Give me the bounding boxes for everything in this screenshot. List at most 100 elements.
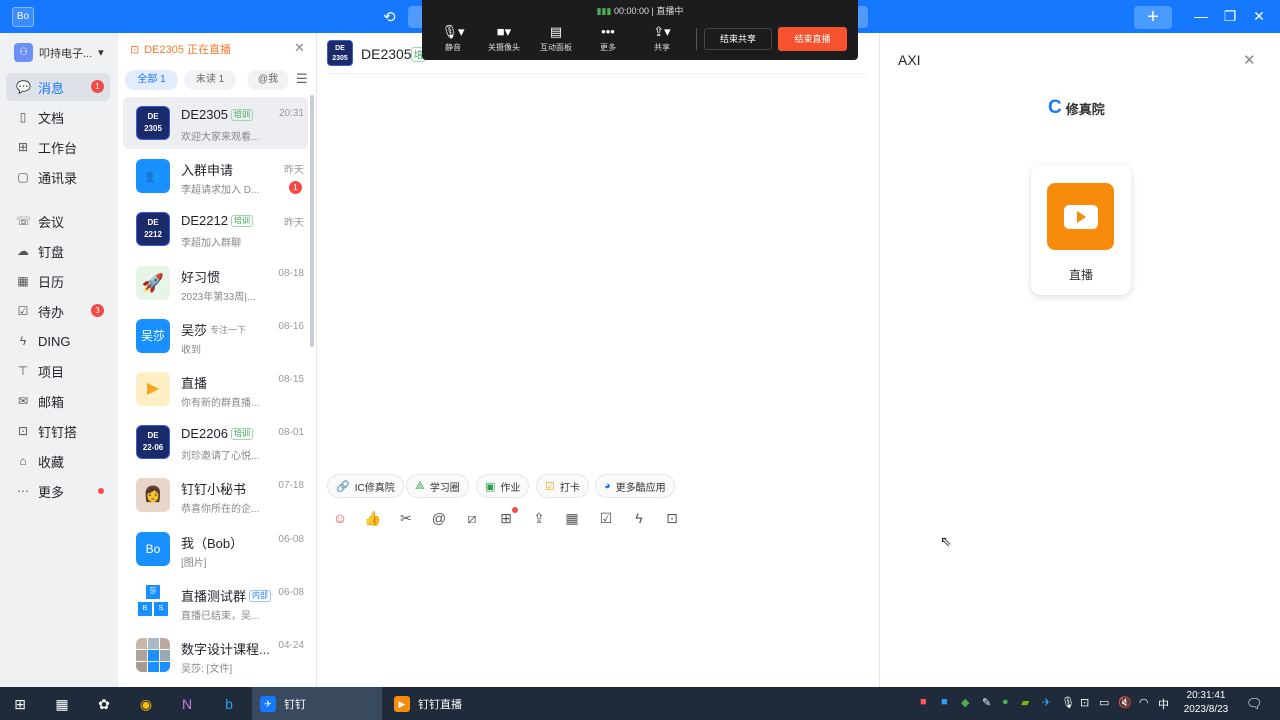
- more-button[interactable]: ••• 更多: [583, 24, 633, 53]
- interactive-panel-button[interactable]: ▤ 互动面板: [531, 24, 581, 53]
- close-icon[interactable]: ✕: [1243, 51, 1256, 69]
- mute-button[interactable]: 🎙▾ 静音: [428, 24, 478, 53]
- list-item[interactable]: DE 22-06 DE2206 培训 08-01 刘珍邀请了心悦...: [123, 416, 308, 468]
- quick-app-label: IC修真院: [354, 482, 395, 494]
- restore-icon[interactable]: ❐: [1220, 8, 1240, 25]
- dingtalk-tray-icon[interactable]: ✈: [1042, 696, 1051, 709]
- tab-all[interactable]: 全部 1: [125, 70, 178, 90]
- shield-icon[interactable]: ◆: [961, 696, 969, 709]
- input-method[interactable]: 中: [1158, 696, 1169, 712]
- sidebar-item-ding[interactable]: ϟ DING: [6, 327, 110, 355]
- share-button[interactable]: ⇪▾ 共享: [637, 24, 687, 53]
- list-item[interactable]: DE 2212 DE2212 培训 昨天 李超加入群聊: [123, 203, 308, 255]
- list-item[interactable]: Bo 我（Bob） 06-08 [图片]: [123, 523, 308, 575]
- notification-center-icon[interactable]: 🗨: [1246, 696, 1263, 712]
- list-item[interactable]: 👩 钉钉小秘书 07-18 恭喜你所在的企...: [123, 469, 308, 521]
- emoji-icon[interactable]: ☺: [331, 510, 349, 526]
- sidebar-item-meeting[interactable]: ☏ 会议: [6, 207, 110, 235]
- list-item[interactable]: 👥 入群申请 昨天 李超请求加入 D... 1: [123, 150, 308, 202]
- tray-app-icon[interactable]: ✎: [982, 696, 991, 709]
- battery-icon[interactable]: ▭: [1099, 696, 1109, 709]
- tray-app-icon[interactable]: ■: [920, 696, 927, 708]
- end-share-button[interactable]: 结束共享: [704, 28, 772, 50]
- history-icon[interactable]: ⟲: [383, 8, 396, 26]
- live-app-card[interactable]: 直播: [1031, 165, 1131, 295]
- list-item[interactable]: 数字设计课程... 04-24 吴莎: [文件]: [123, 629, 308, 681]
- taskbar-app-dingtalk[interactable]: ✈ 钉钉: [252, 687, 382, 720]
- list-item[interactable]: ▶ 直播 08-15 你有新的群直播...: [123, 363, 308, 415]
- sidebar-item-cloud-disk[interactable]: ☁ 钉盘: [6, 237, 110, 265]
- onenote-icon[interactable]: N: [177, 694, 197, 714]
- slash-command-icon[interactable]: ⧄: [463, 510, 481, 527]
- sidebar-item-more[interactable]: ⋯ 更多: [6, 477, 110, 505]
- close-icon[interactable]: ✕: [1249, 8, 1269, 25]
- chat-title[interactable]: DE2305: [361, 46, 412, 62]
- group-avatar: DE 2305: [136, 106, 170, 140]
- sidebar-item-messages[interactable]: 💬 消息 1: [6, 73, 110, 101]
- quick-app-ic[interactable]: 🔗 IC修真院: [327, 474, 404, 498]
- nvidia-icon[interactable]: ▰: [1021, 696, 1029, 709]
- group-avatar: 莎 B S: [136, 585, 170, 619]
- microphone-icon[interactable]: 🎙: [1061, 696, 1075, 709]
- live-banner[interactable]: ⊡ DE2305 正在直播: [130, 41, 231, 57]
- live-icon[interactable]: ⊡: [663, 510, 681, 527]
- app-icon[interactable]: ✿: [94, 694, 114, 714]
- quick-app-study-circle[interactable]: ⟁ 学习圈: [406, 474, 469, 498]
- chrome-icon[interactable]: ◉: [136, 694, 156, 714]
- task-check-icon[interactable]: ☑: [597, 510, 615, 527]
- wifi-icon[interactable]: ◠: [1139, 696, 1149, 709]
- list-item[interactable]: DE 2305 DE2305 培训 20:31 欢迎大家来观看...: [123, 97, 308, 149]
- sidebar-item-label: 工作台: [38, 140, 78, 156]
- add-button[interactable]: +: [1134, 6, 1172, 29]
- sidebar-item-workbench[interactable]: ⊞ 工作台: [6, 133, 110, 161]
- filter-menu-icon[interactable]: ☰: [296, 71, 308, 87]
- windows-start-icon[interactable]: ⊞: [10, 694, 30, 714]
- calendar-icon[interactable]: ▦: [563, 510, 581, 527]
- internal-tag: 内部: [249, 589, 272, 602]
- training-tag: 培训: [230, 108, 253, 121]
- mention-icon[interactable]: @: [430, 510, 448, 526]
- user-avatar[interactable]: Bo: [12, 7, 34, 27]
- form-icon[interactable]: ⊞: [497, 510, 515, 527]
- sidebar-item-todo[interactable]: ☑ 待办 3: [6, 297, 110, 325]
- sidebar-item-contacts[interactable]: ▢ 通讯录: [6, 163, 110, 191]
- sidebar-item-favorites[interactable]: ⌂ 收藏: [6, 447, 110, 475]
- conversation-time: 08-15: [278, 374, 304, 385]
- taskbar-app-dingtalk-live[interactable]: ▶ 钉钉直播: [386, 687, 516, 720]
- thumbs-up-icon[interactable]: 👍: [364, 510, 382, 527]
- taskbar-app-label: 钉钉: [284, 698, 306, 711]
- org-switcher[interactable]: ⚇ 叩持电子... ▾: [14, 43, 104, 62]
- close-icon[interactable]: ✕: [294, 40, 305, 56]
- system-clock[interactable]: 20:31:41 2023/8/23: [1180, 689, 1232, 717]
- sidebar-item-project[interactable]: ⊤ 项目: [6, 357, 110, 385]
- conversation-time: 昨天: [284, 165, 304, 176]
- ding-icon[interactable]: ϟ: [630, 510, 648, 526]
- tab-mentions[interactable]: @我: [247, 70, 289, 90]
- scrollbar[interactable]: [310, 95, 314, 347]
- sidebar-item-calendar[interactable]: ▦ 日历: [6, 267, 110, 295]
- sidebar-item-docs[interactable]: ▯ 文档: [6, 103, 110, 131]
- volume-mute-icon[interactable]: 🔇: [1118, 696, 1132, 709]
- tab-unread[interactable]: 未读 1: [184, 70, 236, 90]
- tray-app-icon[interactable]: ●: [1002, 696, 1009, 708]
- bing-icon[interactable]: b: [219, 694, 239, 714]
- list-item[interactable]: 🚀 好习惯 08-18 2023年第33周|...: [123, 257, 308, 309]
- camera-label: 关摄像头: [488, 43, 520, 52]
- upload-icon[interactable]: ⇪: [530, 510, 548, 527]
- end-live-button[interactable]: 结束直播: [778, 27, 847, 51]
- sidebar-item-mail[interactable]: ✉ 邮箱: [6, 387, 110, 415]
- group-request-icon: 👥: [136, 159, 170, 193]
- camera-button[interactable]: ■▾ 关摄像头: [479, 24, 529, 53]
- screen-record-icon[interactable]: ⊡: [1080, 696, 1089, 709]
- list-item[interactable]: 莎 B S 直播测试群 内部 06-08 直播已结束，吴...: [123, 576, 308, 628]
- sidebar-item-builder[interactable]: ⊡ 钉钉搭: [6, 417, 110, 445]
- quick-app-checkin[interactable]: ☑ 打卡: [536, 474, 589, 498]
- list-item[interactable]: 吴莎 吴莎 专注一下 08-16 收到: [123, 310, 308, 362]
- scissors-icon[interactable]: ✂: [397, 510, 415, 527]
- quick-app-homework[interactable]: ▣ 作业: [476, 474, 530, 498]
- minimize-icon[interactable]: —: [1191, 8, 1211, 24]
- tray-app-icon[interactable]: ■: [941, 696, 948, 708]
- quick-app-more[interactable]: ◕ 更多酷应用: [595, 474, 675, 498]
- calculator-icon[interactable]: ▦: [52, 694, 72, 714]
- conversation-name: DE2206: [181, 426, 228, 441]
